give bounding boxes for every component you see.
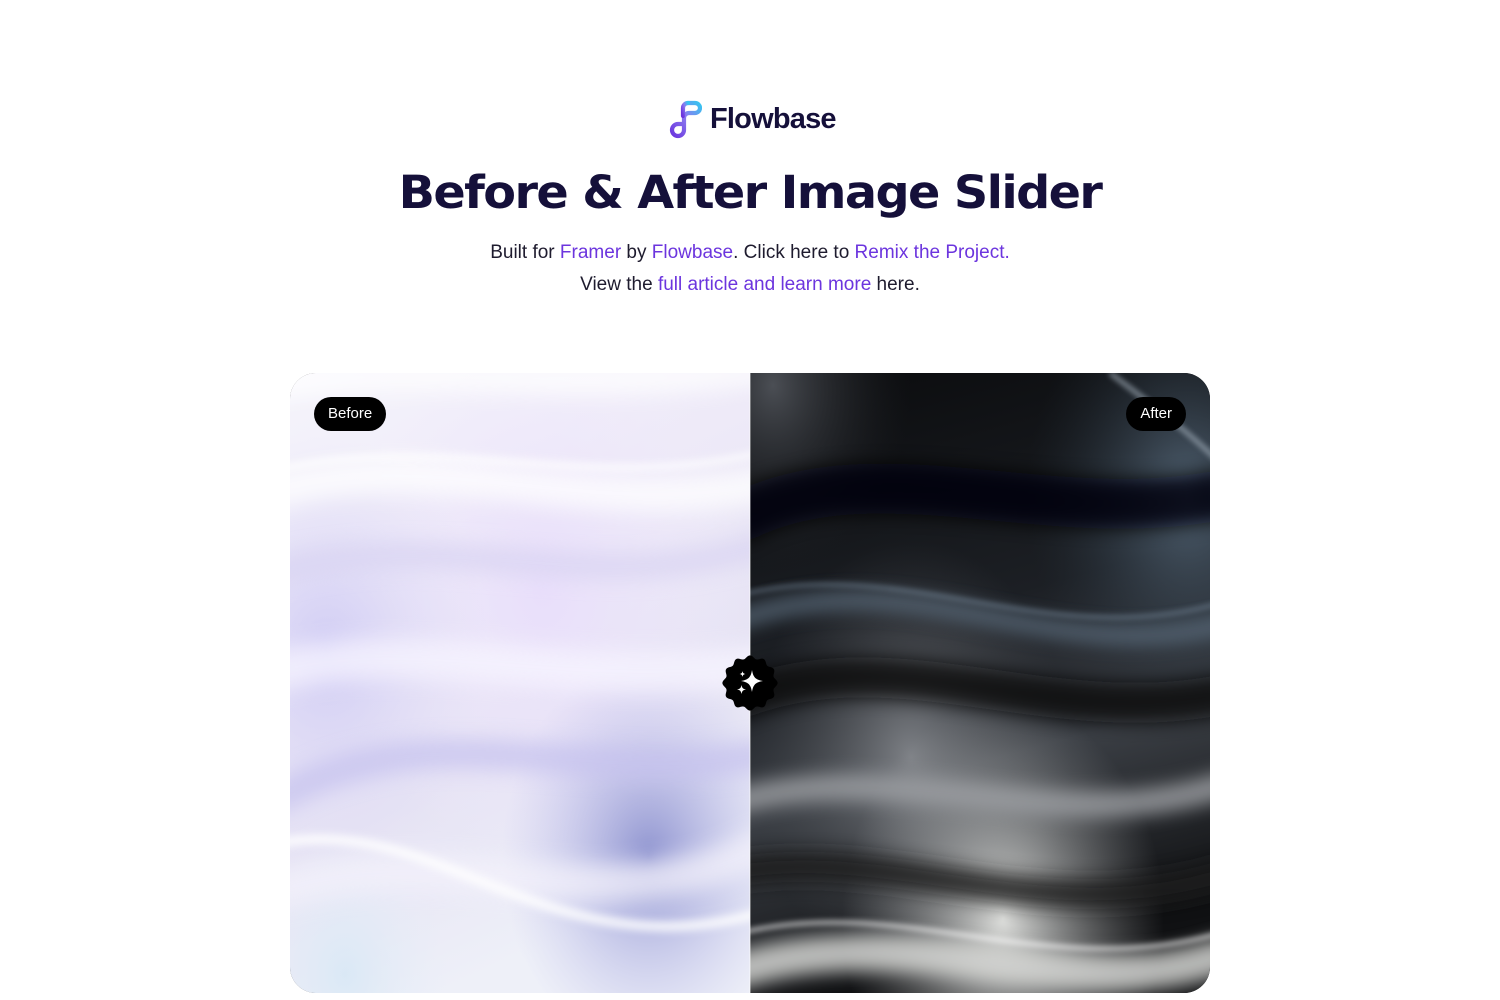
sparkles-icon	[722, 655, 778, 711]
intro-text-here: here.	[871, 274, 920, 295]
intro-line-1: Built for Framer by Flowbase. Click here…	[0, 241, 1500, 265]
before-label: Before	[314, 397, 387, 431]
intro-text-built-for: Built for	[490, 242, 560, 263]
flowbase-logo[interactable]: Flowbase	[664, 98, 837, 140]
intro-text-by: by	[621, 242, 652, 263]
framer-link[interactable]: Framer	[560, 242, 621, 263]
logo-wordmark: Flowbase	[710, 102, 837, 135]
flowbase-link[interactable]: Flowbase	[652, 242, 733, 263]
remix-project-link[interactable]: Remix the Project.	[855, 242, 1010, 263]
page: Flowbase Before & After Image Slider Bui…	[0, 0, 1500, 1000]
flowbase-logo-icon	[669, 100, 702, 139]
full-article-link[interactable]: full article and learn more	[658, 274, 871, 295]
intro-text-view-the: View the	[580, 274, 658, 295]
after-label: After	[1126, 397, 1186, 431]
before-image	[290, 373, 750, 993]
page-title: Before & After Image Slider	[398, 166, 1103, 219]
intro-line-2: View the full article and learn more her…	[0, 273, 1500, 297]
slider-handle[interactable]	[722, 655, 778, 711]
intro-text-click-here: . Click here to	[733, 242, 855, 263]
after-image	[750, 373, 1210, 993]
before-after-slider[interactable]: Before After	[290, 373, 1210, 993]
